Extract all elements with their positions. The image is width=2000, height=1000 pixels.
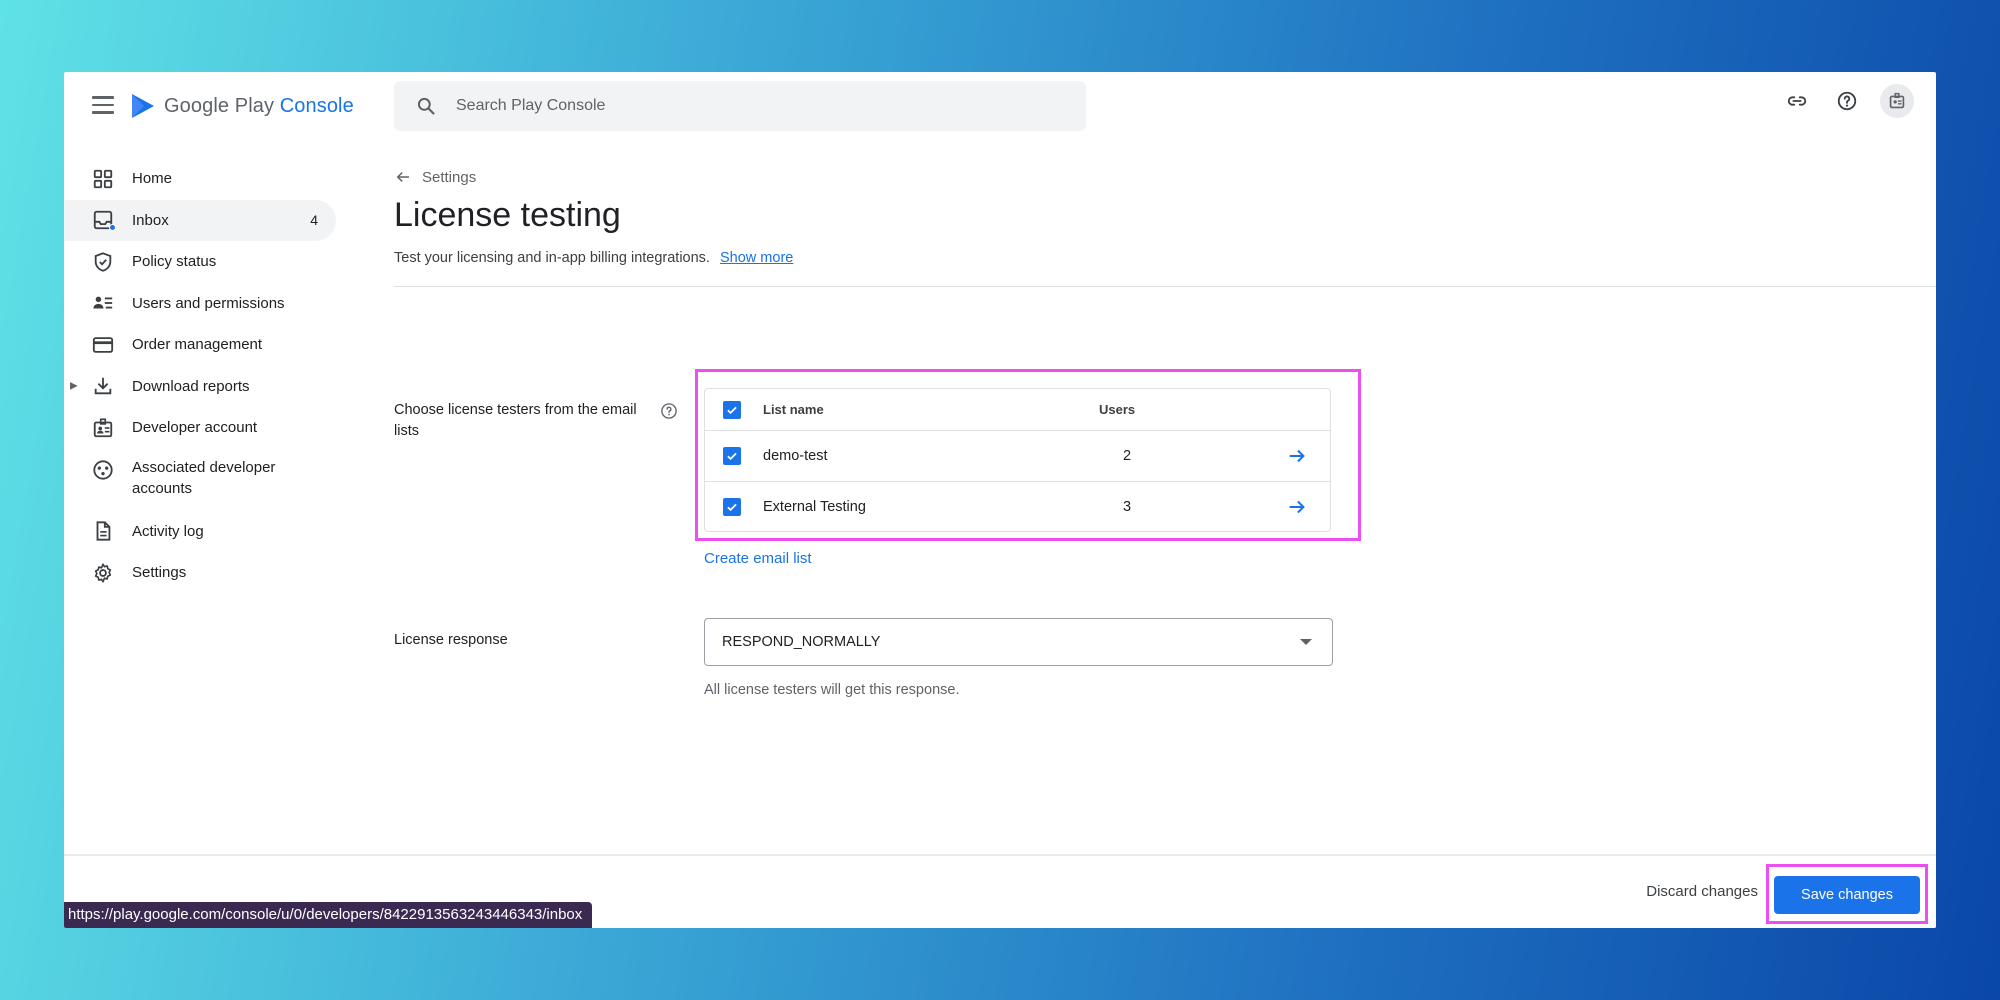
email-lists-table: List name Users demo-test 2 External Tes… <box>704 388 1331 532</box>
select-value: RESPOND_NORMALLY <box>722 634 881 650</box>
logo[interactable]: Google Play Console <box>130 92 354 120</box>
testers-label: Choose license testers from the email li… <box>394 402 637 439</box>
back-label: Settings <box>422 168 477 186</box>
hamburger-menu-icon[interactable] <box>92 96 114 114</box>
search-bar[interactable] <box>394 81 1086 131</box>
license-response-label: License response <box>394 632 508 648</box>
table-header-row: List name Users <box>705 389 1330 431</box>
home-grid-icon <box>92 168 114 190</box>
sidebar-item-label: Associated developer accounts <box>132 458 276 497</box>
help-circle-icon[interactable] <box>660 402 678 420</box>
row-checkbox[interactable] <box>723 447 741 465</box>
list-name: demo-test <box>763 448 828 464</box>
divider <box>394 286 1936 287</box>
sidebar-item-inbox[interactable]: Inbox 4 <box>64 199 336 241</box>
sidebar-item-activity-log[interactable]: Activity log <box>64 511 336 553</box>
sidebar-item-label: Inbox <box>132 211 169 229</box>
sidebar-item-label: Activity log <box>132 522 204 540</box>
document-icon <box>92 520 114 542</box>
list-name: External Testing <box>763 499 866 515</box>
linked-accounts-icon <box>92 459 114 481</box>
inbox-icon <box>92 209 116 232</box>
link-icon[interactable] <box>1780 84 1814 118</box>
play-console-logo-icon <box>132 94 154 118</box>
column-header-list-name[interactable]: List name <box>763 402 824 417</box>
checkmark-icon <box>727 503 737 512</box>
page-subtitle: Test your licensing and in-app billing i… <box>394 250 793 266</box>
discard-changes-button[interactable]: Discard changes <box>1646 883 1758 900</box>
back-to-settings-link[interactable]: Settings <box>394 168 476 186</box>
dropdown-caret-icon <box>1300 639 1312 645</box>
users-icon <box>92 292 114 314</box>
inbox-count-badge: 4 <box>310 212 318 229</box>
sidebar-item-download-reports[interactable]: ▶ Download reports <box>64 366 336 408</box>
user-count: 3 <box>1123 499 1132 515</box>
subtitle-text: Test your licensing and in-app billing i… <box>394 250 710 266</box>
sidebar-item-label: Policy status <box>132 253 217 271</box>
table-row[interactable]: External Testing 3 <box>705 482 1330 532</box>
app-window: Google Play Console Home Inbox 4 <box>64 72 1936 928</box>
gear-icon <box>92 562 114 584</box>
logo-text: Google Play Console <box>164 94 354 117</box>
page-title: License testing <box>394 196 621 234</box>
table-row[interactable]: demo-test 2 <box>705 431 1330 482</box>
shield-icon <box>92 251 114 273</box>
save-button-highlight <box>1766 864 1928 924</box>
search-input[interactable] <box>456 81 1056 131</box>
help-icon[interactable] <box>1830 84 1864 118</box>
top-icons <box>1780 84 1914 118</box>
status-bar-url: https://play.google.com/console/u/0/deve… <box>64 902 593 928</box>
arrow-right-icon[interactable] <box>1286 496 1308 518</box>
sidebar-item-label: Home <box>132 170 173 188</box>
sidebar-item-label: Order management <box>132 336 263 354</box>
sidebar-item-developer-account[interactable]: Developer account <box>64 407 336 449</box>
sidebar-item-label: Developer account <box>132 419 258 437</box>
download-icon <box>92 375 114 397</box>
badge-icon <box>92 417 114 439</box>
sidebar-item-home[interactable]: Home <box>64 158 336 200</box>
column-header-users[interactable]: Users <box>1099 402 1135 417</box>
row-checkbox[interactable] <box>723 498 741 516</box>
checkmark-icon <box>727 452 737 461</box>
select-all-checkbox[interactable] <box>723 400 741 419</box>
arrow-left-icon <box>396 171 409 183</box>
arrow-right-icon[interactable] <box>1286 445 1308 467</box>
credit-card-icon <box>92 334 114 356</box>
create-email-list-link[interactable]: Create email list <box>704 550 812 567</box>
license-response-select[interactable]: RESPOND_NORMALLY <box>704 618 1333 666</box>
expand-caret-icon[interactable]: ▶ <box>70 381 78 392</box>
user-count: 2 <box>1123 448 1132 464</box>
account-icon[interactable] <box>1880 84 1914 118</box>
show-more-link[interactable]: Show more <box>720 250 793 266</box>
checkmark-icon <box>727 406 737 414</box>
search-icon <box>417 97 435 115</box>
sidebar-nav: Home Inbox 4 Policy status Users and per… <box>64 158 336 594</box>
sidebar-item-label: Download reports <box>132 377 250 395</box>
sidebar-item-label: Settings <box>132 564 187 582</box>
sidebar-item-label: Users and permissions <box>132 294 285 312</box>
response-helper-text: All license testers will get this respon… <box>704 682 960 698</box>
sidebar-item-order-management[interactable]: Order management <box>64 324 336 366</box>
sidebar-item-users-permissions[interactable]: Users and permissions <box>64 283 336 325</box>
sidebar-item-associated-accounts[interactable]: Associated developer accounts <box>64 449 336 511</box>
sidebar-item-policy-status[interactable]: Policy status <box>64 241 336 283</box>
sidebar-item-settings[interactable]: Settings <box>64 552 336 594</box>
